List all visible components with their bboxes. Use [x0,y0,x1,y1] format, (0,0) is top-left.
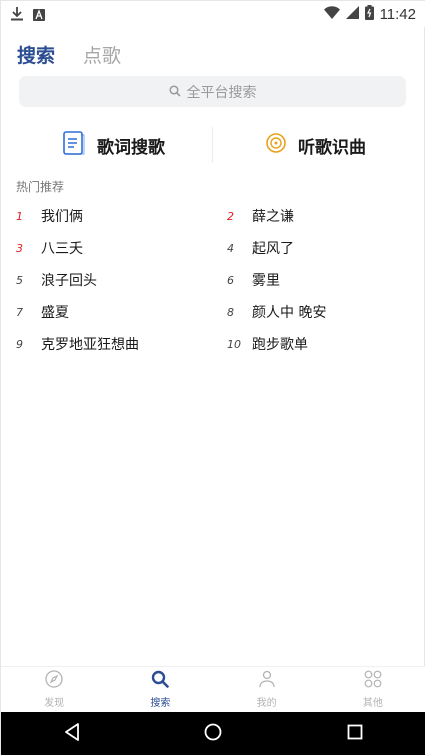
nav-mine[interactable]: 我的 [214,667,320,712]
nav-other-label: 其他 [362,698,383,709]
nav-search[interactable]: 搜索 [107,667,213,712]
hot-name: 薛之谦 [252,209,294,225]
hot-name: 起风了 [252,241,294,257]
compass-icon [45,670,63,692]
hot-item[interactable]: 7 盛夏 [16,297,69,327]
hot-rank: 9 [16,337,23,351]
recents-square-icon [347,724,363,744]
search-icon [151,670,170,692]
hot-item[interactable]: 8 颜人中 晚安 [227,297,326,327]
hot-name: 盛夏 [41,305,69,321]
hot-item[interactable]: 1 我们俩 [16,201,83,231]
nav-mine-label: 我的 [256,698,277,709]
grid-icon [364,670,382,692]
song-recognition-button[interactable]: 听歌识曲 [266,125,366,165]
status-bar-right: 11:42 [323,5,416,24]
lyrics-search-label: 歌词搜歌 [97,137,165,158]
hot-rank: 5 [16,273,23,287]
hot-rank: 8 [227,305,234,319]
tab-search[interactable]: 搜索 [17,41,55,68]
hot-item[interactable]: 9 克罗地亚狂想曲 [16,329,139,359]
hot-name: 颜人中 晚安 [252,305,327,321]
hot-rank: 3 [16,241,23,255]
hot-rank: 10 [227,337,241,351]
hot-name: 克罗地亚狂想曲 [41,337,139,353]
hot-rank: 2 [227,209,234,223]
search-icon [168,82,181,101]
download-icon [11,6,23,25]
feature-divider [212,127,213,163]
hot-item[interactable]: 4 起风了 [227,233,294,263]
lyrics-search-button[interactable]: 歌词搜歌 [63,125,165,165]
hot-name: 我们俩 [41,209,83,225]
hot-item[interactable]: 6 雾里 [227,265,280,295]
song-recognition-label: 听歌识曲 [298,137,366,158]
signal-icon [345,6,359,23]
nav-other[interactable]: 其他 [320,667,425,712]
status-time: 11:42 [379,6,416,23]
hot-name: 浪子回头 [41,273,97,289]
home-circle-icon [204,723,222,745]
tab-request-song[interactable]: 点歌 [83,41,121,68]
wifi-icon [323,6,340,23]
hot-section-title: 热门推荐 [16,180,65,194]
hot-name: 雾里 [252,273,280,289]
nav-discover[interactable]: 发现 [1,667,107,712]
search-input[interactable]: 全平台搜索 [19,76,406,107]
top-tabs: 搜索 点歌 [17,41,121,68]
hot-item[interactable]: 2 薛之谦 [227,201,294,231]
home-button[interactable] [183,714,243,754]
status-bar-left [11,6,45,25]
battery-icon [364,5,374,24]
nav-search-label: 搜索 [150,698,171,709]
hot-name: 跑步歌单 [252,337,308,353]
notification-a-icon [33,6,45,25]
recents-button[interactable] [325,714,385,754]
hot-rank: 4 [227,241,234,255]
search-placeholder: 全平台搜索 [186,84,257,101]
hot-rank: 1 [16,209,23,223]
system-nav-bar [1,712,425,755]
nav-discover-label: 发现 [44,698,65,709]
hot-rank: 6 [227,273,234,287]
hot-item[interactable]: 3 八三夭 [16,233,83,263]
hot-name: 八三夭 [41,241,83,257]
hot-item[interactable]: 10 跑步歌单 [227,329,308,359]
music-disc-icon [266,133,286,157]
document-icon [63,131,85,159]
user-icon [258,670,276,692]
status-bar: 11:42 [1,1,425,27]
hot-rank: 7 [16,305,23,319]
hot-item[interactable]: 5 浪子回头 [16,265,97,295]
app-screen: 11:42 搜索 点歌 全平台搜索 歌词搜歌 听歌识曲 热门推荐 1 我们俩 2… [0,0,425,755]
back-button[interactable] [42,714,102,754]
back-triangle-icon [64,723,80,745]
bottom-nav: 发现 搜索 我的 其他 [1,666,425,712]
feature-row: 歌词搜歌 听歌识曲 [1,125,425,165]
